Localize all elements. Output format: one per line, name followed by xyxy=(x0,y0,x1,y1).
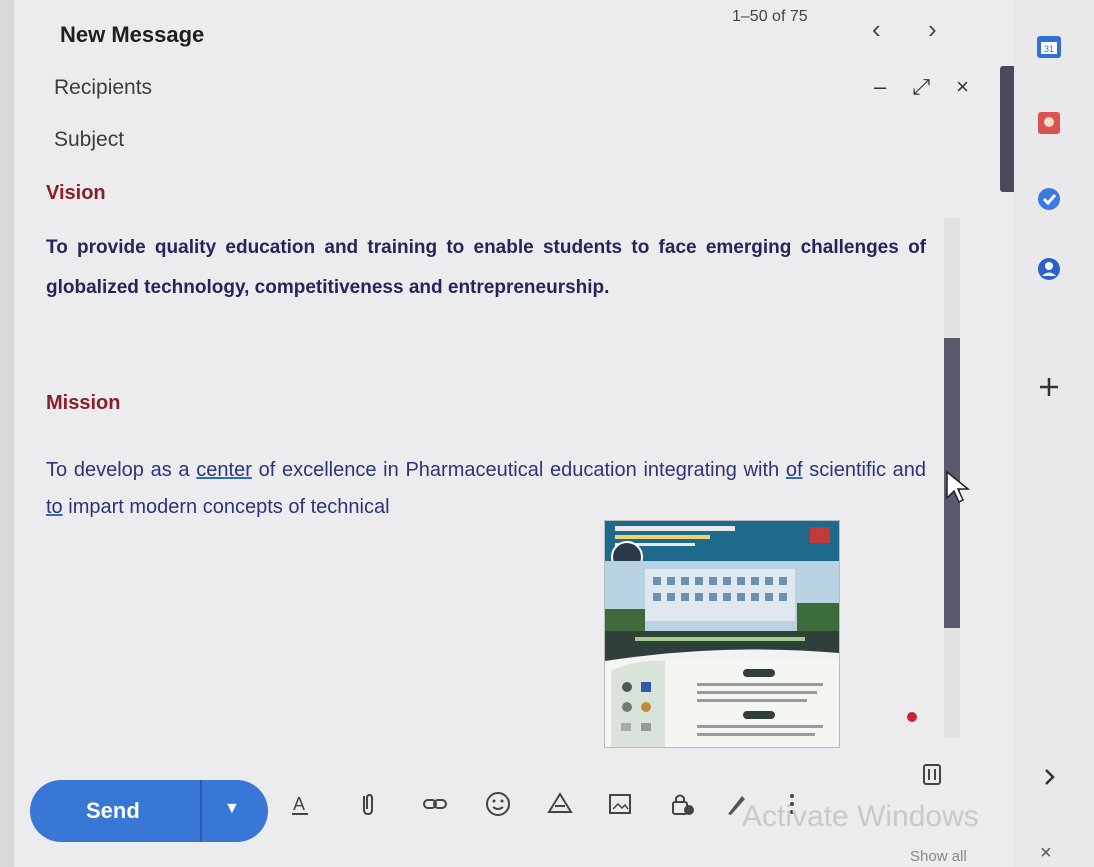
tasks-icon[interactable] xyxy=(1036,186,1062,212)
send-divider xyxy=(200,780,202,842)
activate-windows-watermark: Activate Windows xyxy=(742,800,979,833)
right-side-panel: 31 xyxy=(1014,0,1094,867)
left-edge xyxy=(0,0,14,867)
confidential-lock-icon[interactable] xyxy=(668,790,696,818)
trash-icon[interactable] xyxy=(918,760,946,788)
svg-text:31: 31 xyxy=(1044,44,1054,54)
attached-flyer-image[interactable] xyxy=(604,520,840,748)
link-icon[interactable] xyxy=(421,790,449,818)
gmail-screen: New Message 1–50 of 75 ‹ › Recipients Su… xyxy=(0,0,1094,867)
vision-paragraph: To provide quality education and trainin… xyxy=(46,237,926,298)
mission-heading: Mission xyxy=(46,392,121,414)
send-options-icon[interactable]: ▼ xyxy=(224,800,240,818)
show-all-link[interactable]: Show all xyxy=(910,848,967,865)
calendar-icon[interactable]: 31 xyxy=(1036,34,1062,60)
contacts-icon[interactable] xyxy=(1036,256,1062,282)
subject-field[interactable]: Subject xyxy=(54,128,124,152)
mission-paragraph: To develop as a center of excellence in … xyxy=(46,452,926,526)
vision-heading: Vision xyxy=(46,182,106,204)
compose-title: New Message xyxy=(60,22,205,47)
recording-dot xyxy=(907,712,917,722)
window-controls: – ⤢ × xyxy=(874,74,979,100)
pagination-text: 1–50 of 75 xyxy=(732,8,808,25)
expand-button[interactable]: ⤢ xyxy=(912,74,940,99)
compose-window: New Message 1–50 of 75 ‹ › Recipients Su… xyxy=(14,0,1016,867)
mission-text-3: scientific and xyxy=(802,459,927,481)
next-page-button[interactable]: › xyxy=(928,14,937,45)
mission-text-2: of excellence in Pharmaceutical educatio… xyxy=(251,459,786,481)
prev-page-button[interactable]: ‹ xyxy=(872,14,881,45)
add-icon[interactable] xyxy=(1036,374,1062,400)
format-text-icon[interactable]: A xyxy=(286,790,314,818)
photo-icon[interactable] xyxy=(606,790,634,818)
spell-underline-to[interactable]: to xyxy=(46,496,63,518)
mission-text-1: To develop as a xyxy=(46,459,197,481)
mission-text-4: impart modern concepts of technical xyxy=(62,496,390,518)
drive-icon[interactable] xyxy=(546,790,574,818)
expand-panel-icon[interactable] xyxy=(1036,764,1062,790)
minimize-button[interactable]: – xyxy=(874,74,896,99)
mouse-cursor-icon xyxy=(946,470,971,504)
close-compose-button[interactable]: × xyxy=(956,74,979,99)
spell-underline-of[interactable]: of xyxy=(786,459,803,481)
send-label: Send xyxy=(86,798,140,823)
keep-icon[interactable] xyxy=(1036,110,1062,136)
attach-icon[interactable] xyxy=(354,790,382,818)
emoji-icon[interactable] xyxy=(484,790,512,818)
close-icon[interactable]: × xyxy=(1040,842,1052,865)
svg-text:A: A xyxy=(293,794,305,814)
spell-underline-center[interactable]: center xyxy=(196,459,252,481)
flyer-artwork xyxy=(605,521,839,747)
recipients-field[interactable]: Recipients xyxy=(54,76,152,100)
send-button[interactable]: Send ▼ xyxy=(30,780,268,842)
